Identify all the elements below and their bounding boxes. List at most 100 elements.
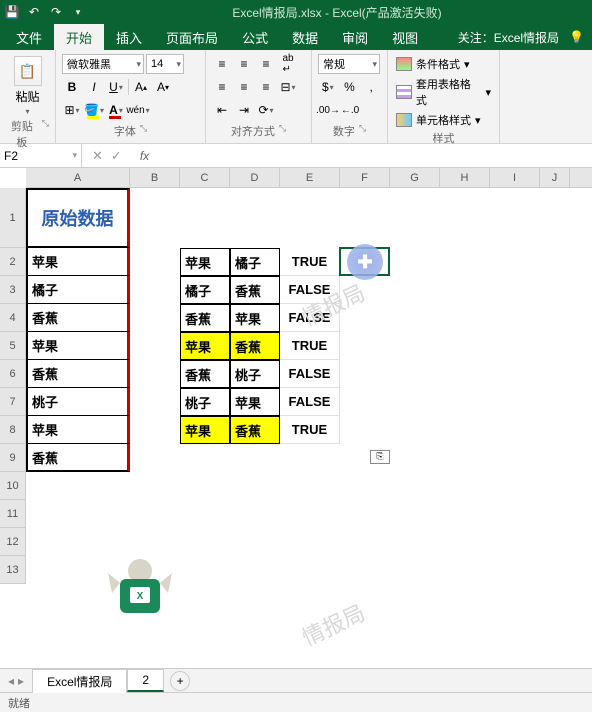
dialog-launcher-icon[interactable]: ⤡ <box>140 123 147 139</box>
col-header-F[interactable]: F <box>340 168 390 187</box>
cell-C7[interactable]: 桃子 <box>180 388 230 416</box>
cell-A7[interactable]: 桃子 <box>26 388 130 416</box>
col-header-A[interactable]: A <box>26 168 130 187</box>
align-left-button[interactable]: ≡ <box>212 77 232 97</box>
col-header-E[interactable]: E <box>280 168 340 187</box>
undo-icon[interactable]: ↶ <box>26 4 42 20</box>
worksheet-grid[interactable]: ABCDEFGHIJ 12345678910111213 原始数据苹果橘子香蕉苹… <box>0 168 592 668</box>
fill-color-button[interactable]: 🪣▾ <box>84 100 104 120</box>
col-header-D[interactable]: D <box>230 168 280 187</box>
cell-A2[interactable]: 苹果 <box>26 248 130 276</box>
cell-C3[interactable]: 橘子 <box>180 276 230 304</box>
increase-font-button[interactable]: A▴ <box>131 77 151 97</box>
row-header-9[interactable]: 9 <box>0 444 25 472</box>
cell-A8[interactable]: 苹果 <box>26 416 130 444</box>
tab-insert[interactable]: 插入 <box>104 24 154 51</box>
cell-D4[interactable]: 苹果 <box>230 304 280 332</box>
cancel-icon[interactable]: ✕ <box>92 148 103 164</box>
font-color-button[interactable]: A▾ <box>106 100 126 120</box>
cell-E4[interactable]: FALSE <box>280 304 340 332</box>
dialog-launcher-icon[interactable]: ⤡ <box>279 123 286 139</box>
row-header-12[interactable]: 12 <box>0 528 25 556</box>
redo-icon[interactable]: ↷ <box>48 4 64 20</box>
help-icon[interactable]: 💡 <box>569 30 584 44</box>
sheet-tab-1[interactable]: Excel情报局 <box>32 669 127 693</box>
col-header-G[interactable]: G <box>390 168 440 187</box>
col-header-C[interactable]: C <box>180 168 230 187</box>
decrease-font-button[interactable]: A▾ <box>153 77 173 97</box>
tab-view[interactable]: 视图 <box>380 24 430 51</box>
row-header-1[interactable]: 1 <box>0 188 25 248</box>
italic-button[interactable]: I <box>84 77 104 97</box>
row-header-7[interactable]: 7 <box>0 388 25 416</box>
cell-C2[interactable]: 苹果 <box>180 248 230 276</box>
row-header-4[interactable]: 4 <box>0 304 25 332</box>
conditional-format-button[interactable]: 条件格式▾ <box>394 54 493 74</box>
col-header-J[interactable]: J <box>540 168 570 187</box>
align-bottom-button[interactable]: ≡ <box>256 54 276 74</box>
cell-E6[interactable]: FALSE <box>280 360 340 388</box>
row-header-3[interactable]: 3 <box>0 276 25 304</box>
paste-button[interactable]: 📋 粘贴 ▾ <box>6 54 49 118</box>
cell-styles-button[interactable]: 单元格样式▾ <box>394 110 493 130</box>
fx-icon[interactable]: fx <box>132 149 157 163</box>
tab-layout[interactable]: 页面布局 <box>154 24 230 51</box>
merge-button[interactable]: ⊟▾ <box>278 77 298 97</box>
cell-C4[interactable]: 香蕉 <box>180 304 230 332</box>
col-header-B[interactable]: B <box>130 168 180 187</box>
cell-D5[interactable]: 香蕉 <box>230 332 280 360</box>
cell-A3[interactable]: 橘子 <box>26 276 130 304</box>
increase-decimal-button[interactable]: .00→ <box>318 100 338 120</box>
align-center-button[interactable]: ≡ <box>234 77 254 97</box>
percent-button[interactable]: % <box>340 77 360 97</box>
cell-D8[interactable]: 香蕉 <box>230 416 280 444</box>
tab-review[interactable]: 审阅 <box>330 24 380 51</box>
decrease-decimal-button[interactable]: ←.0 <box>340 100 360 120</box>
align-top-button[interactable]: ≡ <box>212 54 232 74</box>
smart-tag-icon[interactable]: ⎘ <box>370 450 390 464</box>
qat-dropdown-icon[interactable]: ▾ <box>70 4 86 20</box>
tab-nav-last-icon[interactable]: ▸ <box>18 674 24 688</box>
col-header-H[interactable]: H <box>440 168 490 187</box>
sheet-tab-2[interactable]: 2 <box>127 669 164 692</box>
cell-A6[interactable]: 香蕉 <box>26 360 130 388</box>
cell-E2[interactable]: TRUE <box>280 248 340 276</box>
cell-C6[interactable]: 香蕉 <box>180 360 230 388</box>
row-header-10[interactable]: 10 <box>0 472 25 500</box>
tab-home[interactable]: 开始 <box>54 24 104 51</box>
orientation-button[interactable]: ⟳▾ <box>256 100 276 120</box>
column-headers[interactable]: ABCDEFGHIJ <box>26 168 592 188</box>
tab-file[interactable]: 文件 <box>4 24 54 51</box>
cell-C5[interactable]: 苹果 <box>180 332 230 360</box>
font-name-combo[interactable]: 微软雅黑 <box>62 54 144 74</box>
decrease-indent-button[interactable]: ⇤ <box>212 100 232 120</box>
row-header-5[interactable]: 5 <box>0 332 25 360</box>
cell-D3[interactable]: 香蕉 <box>230 276 280 304</box>
wrap-text-button[interactable]: ab↵ <box>278 54 298 74</box>
table-format-button[interactable]: 套用表格格式▾ <box>394 74 493 110</box>
cell-C8[interactable]: 苹果 <box>180 416 230 444</box>
cell-E3[interactable]: FALSE <box>280 276 340 304</box>
row-header-6[interactable]: 6 <box>0 360 25 388</box>
cell-D7[interactable]: 苹果 <box>230 388 280 416</box>
cell-E5[interactable]: TRUE <box>280 332 340 360</box>
cell-A5[interactable]: 苹果 <box>26 332 130 360</box>
align-middle-button[interactable]: ≡ <box>234 54 254 74</box>
col-header-I[interactable]: I <box>490 168 540 187</box>
bold-button[interactable]: B <box>62 77 82 97</box>
cell-E7[interactable]: FALSE <box>280 388 340 416</box>
tab-formula[interactable]: 公式 <box>230 24 280 51</box>
row-header-8[interactable]: 8 <box>0 416 25 444</box>
increase-indent-button[interactable]: ⇥ <box>234 100 254 120</box>
number-format-combo[interactable]: 常规 <box>318 54 380 74</box>
save-icon[interactable]: 💾 <box>4 4 20 20</box>
add-sheet-button[interactable]: + <box>170 671 190 691</box>
border-button[interactable]: ⊞▾ <box>62 100 82 120</box>
align-right-button[interactable]: ≡ <box>256 77 276 97</box>
phonetic-button[interactable]: wén▾ <box>128 100 148 120</box>
cell-A4[interactable]: 香蕉 <box>26 304 130 332</box>
follow-link[interactable]: 关注：Excel情报局 <box>458 29 559 46</box>
row-header-11[interactable]: 11 <box>0 500 25 528</box>
dialog-launcher-icon[interactable]: ⤡ <box>359 123 366 139</box>
cell-A9[interactable]: 香蕉 <box>26 444 130 472</box>
